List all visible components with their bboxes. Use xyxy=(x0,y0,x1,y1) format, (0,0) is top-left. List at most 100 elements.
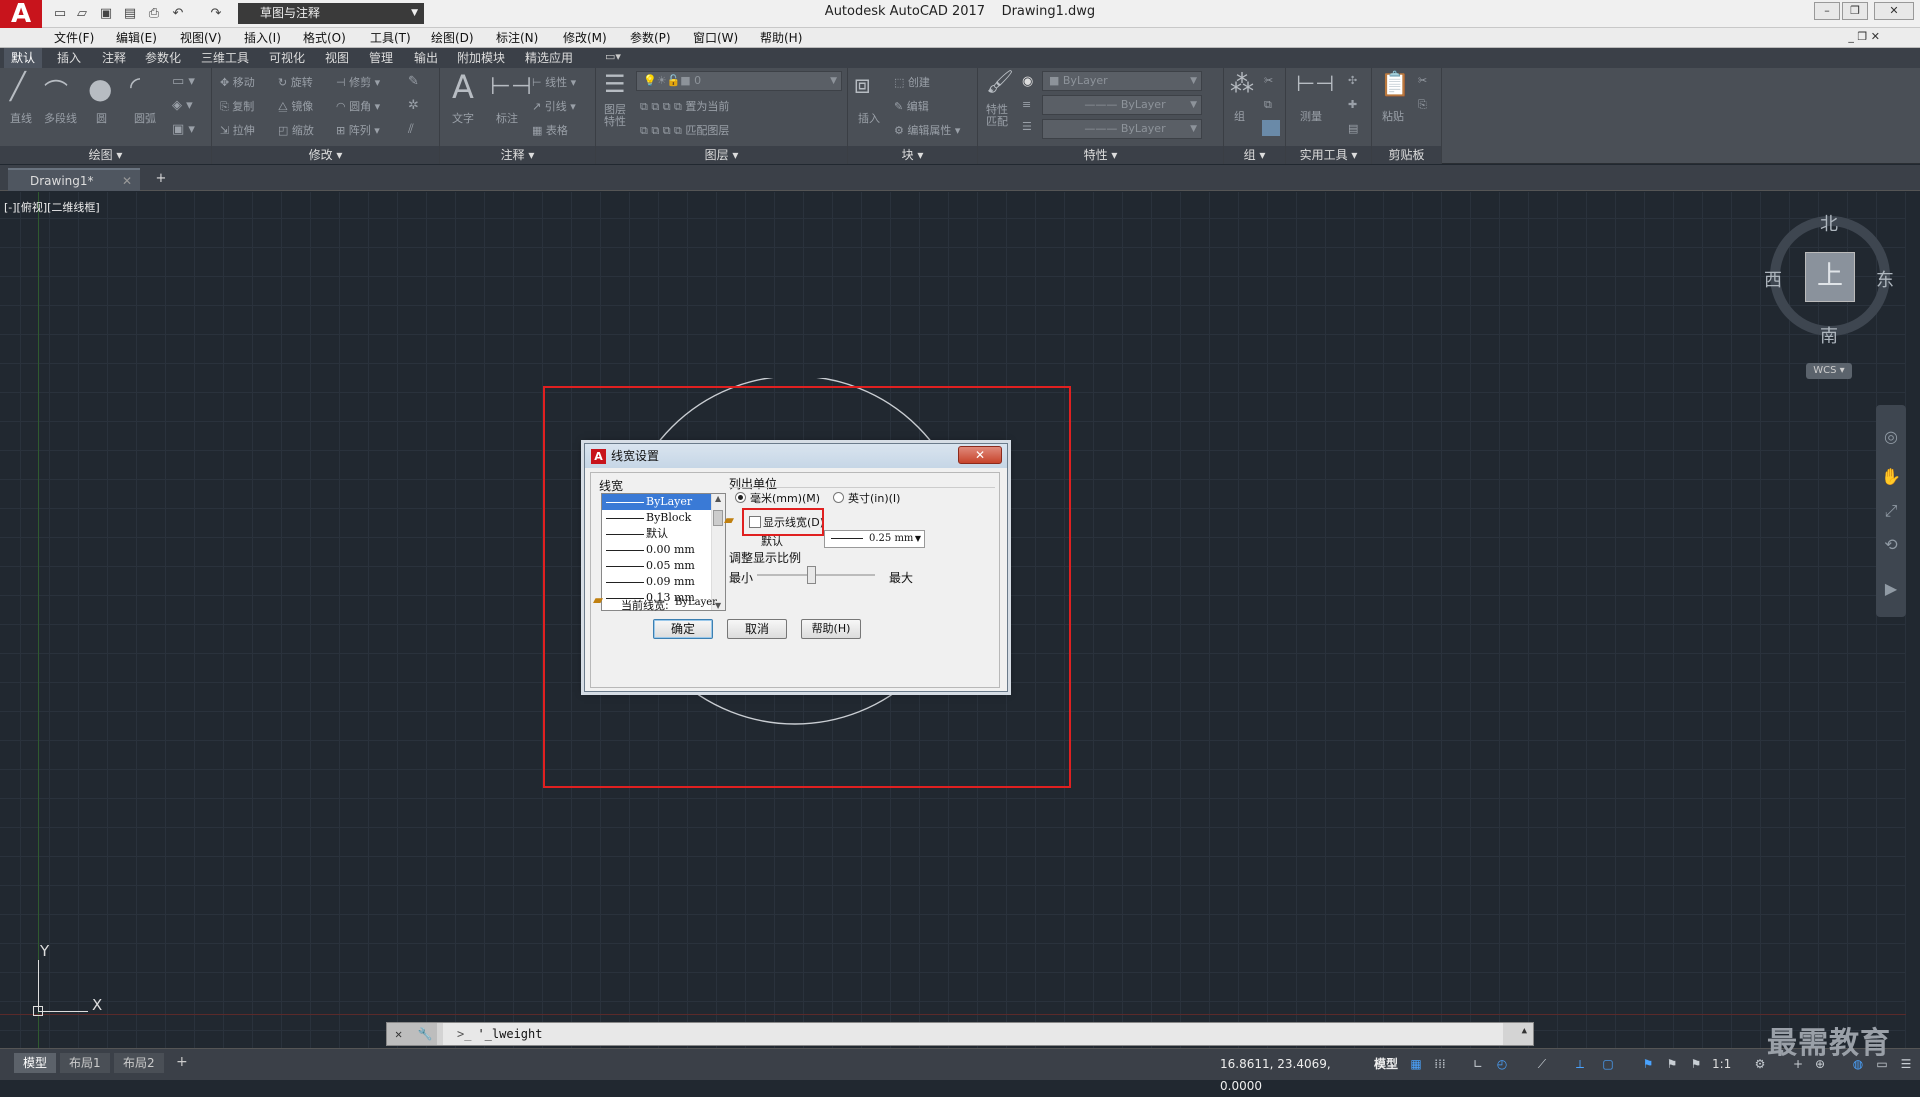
compass-north[interactable]: 北 xyxy=(1820,210,1838,236)
panel-modify-title[interactable]: 修改 ▾ xyxy=(212,146,439,164)
line-icon[interactable]: ╱ xyxy=(10,72,26,102)
pan-icon[interactable]: ✋ xyxy=(1880,466,1902,488)
tab-insert[interactable]: 插入 xyxy=(50,48,88,68)
open-file-icon[interactable]: ▱ xyxy=(72,4,92,24)
menu-file[interactable]: 文件(F) xyxy=(48,28,100,48)
layer-tools-row2[interactable]: ⧉ ⧉ ⧉ ⧉ 匹配图层 xyxy=(640,122,729,138)
tab-featured-apps[interactable]: 精选应用 xyxy=(518,48,580,68)
menu-edit[interactable]: 编辑(E) xyxy=(110,28,163,48)
region-icon[interactable]: ▣ ▾ xyxy=(172,122,195,137)
offset-icon[interactable]: ⫽ xyxy=(408,122,414,137)
arc-icon[interactable]: ◜ xyxy=(130,72,140,102)
radio-inch[interactable] xyxy=(833,492,844,503)
tab-annotate[interactable]: 注释 xyxy=(95,48,133,68)
create-block-tool[interactable]: ⬚ 创建 xyxy=(894,74,930,90)
move-tool[interactable]: ✥ 移动 xyxy=(220,74,255,90)
hatch-icon[interactable]: ◈ ▾ xyxy=(172,98,193,113)
menu-parametric[interactable]: 参数(P) xyxy=(624,28,677,48)
radio-mm[interactable] xyxy=(735,492,746,503)
copy-clip-icon[interactable]: ⎘ xyxy=(1418,98,1427,112)
tab-parametric[interactable]: 参数化 xyxy=(138,48,188,68)
layer-properties-icon[interactable]: ☰ xyxy=(604,70,626,98)
menu-dimension[interactable]: 标注(N) xyxy=(490,28,544,48)
showmotion-icon[interactable]: ▶ xyxy=(1880,578,1902,600)
array-tool[interactable]: ⊞ 阵列 ▾ xyxy=(336,122,380,138)
new-file-icon[interactable]: ▭ xyxy=(50,4,70,24)
table-tool[interactable]: ▦ 表格 xyxy=(532,122,568,138)
dimension-icon[interactable]: ⊢⊣ xyxy=(490,72,532,100)
ucs-dynamic-icon[interactable]: ▢ xyxy=(1600,1055,1616,1073)
dialog-title-bar[interactable]: 线宽设置 xyxy=(585,444,1007,468)
tab-output[interactable]: 输出 xyxy=(407,48,445,68)
panel-properties-title[interactable]: 特性 ▾ xyxy=(978,146,1223,164)
workspace-dropdown[interactable]: 草图与注释 ▼ xyxy=(238,3,424,24)
menu-window[interactable]: 窗口(W) xyxy=(687,28,744,48)
scale-slider-thumb[interactable] xyxy=(807,566,816,584)
menu-modify[interactable]: 修改(M) xyxy=(557,28,613,48)
erase-icon[interactable]: ✎ xyxy=(408,74,419,89)
coordinate-icon[interactable]: ✚ xyxy=(1348,98,1357,111)
explode-icon[interactable]: ✲ xyxy=(408,98,419,113)
panel-clipboard-title[interactable]: 剪贴板 xyxy=(1372,146,1441,164)
polar-icon[interactable]: ◴ xyxy=(1494,1055,1510,1073)
copy-tool[interactable]: ⎘ 复制 xyxy=(220,98,254,114)
print-icon[interactable]: ⎙ xyxy=(144,4,164,24)
customize-icon[interactable]: 🔧 xyxy=(417,1027,432,1041)
calculator-icon[interactable]: ▤ xyxy=(1348,122,1358,135)
trim-tool[interactable]: ⊣ 修剪 ▾ xyxy=(336,74,380,90)
lineweight-option[interactable]: 默认 xyxy=(602,526,711,542)
point-icon[interactable]: ✣ xyxy=(1348,74,1357,87)
menu-format[interactable]: 格式(O) xyxy=(297,28,352,48)
tab-model[interactable]: 模型 xyxy=(14,1053,57,1073)
group-icon[interactable]: ⁂ xyxy=(1230,70,1254,98)
lineweight-option[interactable]: ByLayer xyxy=(602,494,711,510)
lineweight-option[interactable]: 0.09 mm xyxy=(602,574,711,590)
otrack-icon[interactable]: ⟂ xyxy=(1572,1055,1588,1073)
new-tab-icon[interactable]: + xyxy=(150,170,172,188)
text-icon[interactable]: A xyxy=(452,68,474,106)
group-edit-icon[interactable]: ⧉ xyxy=(1264,98,1272,112)
snap-icon[interactable]: ⁞⁞⁞ xyxy=(1432,1055,1448,1073)
annotation-icon[interactable]: ⚑ xyxy=(1688,1055,1704,1073)
tab-manage[interactable]: 管理 xyxy=(362,48,400,68)
panel-block-title[interactable]: 块 ▾ xyxy=(848,146,977,164)
cut-icon[interactable]: ✂ xyxy=(1418,74,1427,87)
lineweight-list[interactable]: ByLayer ByBlock 默认 0.00 mm 0.05 mm 0.09 … xyxy=(601,493,726,611)
ortho-icon[interactable]: ∟ xyxy=(1470,1055,1486,1073)
tab-layout1[interactable]: 布局1 xyxy=(60,1053,110,1073)
default-lineweight-select[interactable]: 0.25 mm ▼ xyxy=(824,530,925,548)
customization-menu-icon[interactable]: ☰ xyxy=(1898,1055,1914,1073)
group-select-icon[interactable] xyxy=(1262,120,1280,136)
menu-draw[interactable]: 绘图(D) xyxy=(425,28,480,48)
insert-block-icon[interactable]: ⧈ xyxy=(854,70,871,101)
grid-icon[interactable]: ▦ xyxy=(1408,1055,1424,1073)
tab-addins[interactable]: 附加模块 xyxy=(450,48,512,68)
viewcube-top[interactable]: 上 xyxy=(1805,252,1855,302)
circle-icon[interactable]: ● xyxy=(88,72,112,105)
menu-view[interactable]: 视图(V) xyxy=(174,28,228,48)
paste-icon[interactable]: 📋 xyxy=(1380,70,1410,98)
panel-layers-title[interactable]: 图层 ▾ xyxy=(596,146,847,164)
dialog-close-button[interactable]: ✕ xyxy=(958,446,1002,464)
measure-icon[interactable]: ⊢⊣ xyxy=(1296,72,1334,97)
help-button[interactable]: 帮助(H) xyxy=(801,619,861,639)
lineweight-option[interactable]: 0.05 mm xyxy=(602,558,711,574)
ribbon-toggle-icon[interactable]: ▭▾ xyxy=(605,50,621,63)
panel-annotation-title[interactable]: 注释 ▾ xyxy=(440,146,595,164)
leader-tool[interactable]: ↗ 引线 ▾ xyxy=(532,98,576,114)
scale-slider-track[interactable] xyxy=(757,574,875,576)
lineweight-option[interactable]: 0.00 mm xyxy=(602,542,711,558)
cancel-button[interactable]: 取消 xyxy=(727,619,787,639)
compass-west[interactable]: 西 xyxy=(1764,266,1782,292)
minimize-button[interactable]: – xyxy=(1814,2,1840,20)
wcs-menu[interactable]: WCS ▾ xyxy=(1806,363,1852,379)
edit-block-tool[interactable]: ✎ 编辑 xyxy=(894,98,929,114)
menu-help[interactable]: 帮助(H) xyxy=(754,28,808,48)
annotation-scale-auto-icon[interactable]: ⚑ xyxy=(1664,1055,1680,1073)
panel-utilities-title[interactable]: 实用工具 ▾ xyxy=(1286,146,1371,164)
menu-tools[interactable]: 工具(T) xyxy=(364,28,417,48)
linetype-dropdown[interactable]: ——— ByLayer ▼ xyxy=(1042,95,1202,115)
compass-east[interactable]: 东 xyxy=(1876,266,1894,292)
command-history-icon[interactable]: ▲ xyxy=(1522,1026,1527,1036)
rectangle-icon[interactable]: ▭ ▾ xyxy=(172,74,195,89)
